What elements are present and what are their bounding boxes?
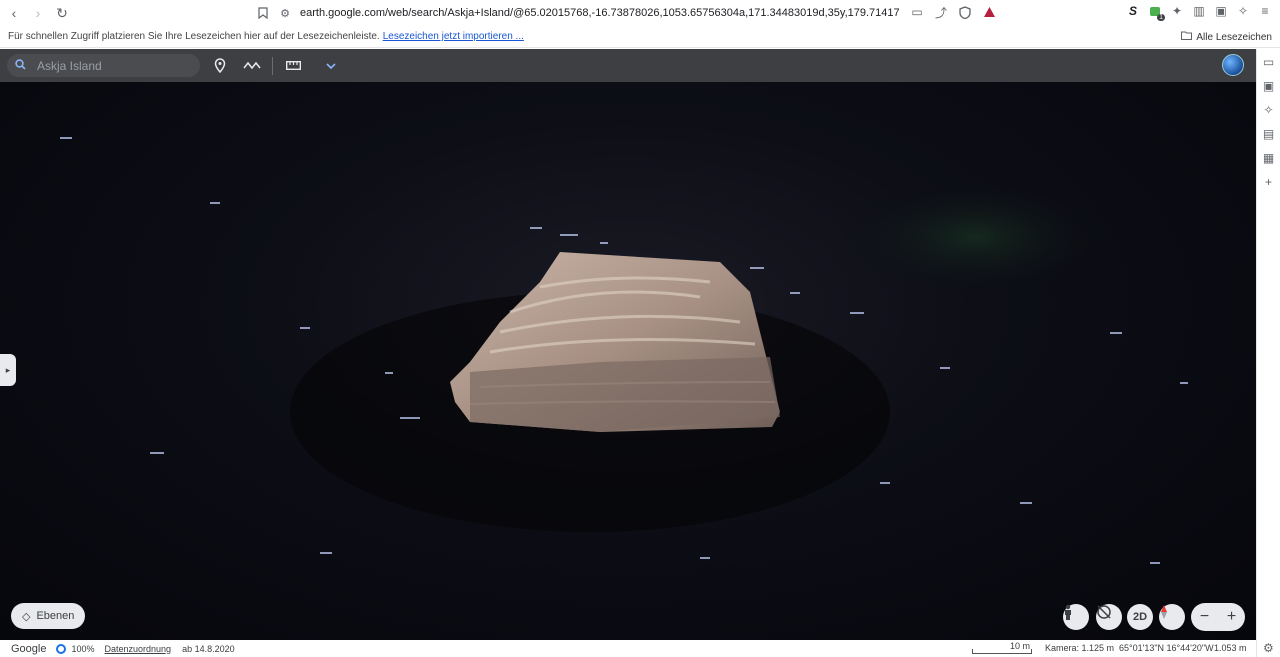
coordinates: 65°01'13"N 16°44'20"W: [1119, 643, 1214, 653]
layers-icon: ◇: [22, 610, 31, 623]
menu-icon[interactable]: ≡: [1258, 4, 1272, 18]
earth-toolbar: [0, 49, 1256, 82]
layers-label: Ebenen: [36, 610, 75, 622]
puzzle-icon[interactable]: ✦: [1170, 4, 1184, 18]
back-icon[interactable]: ‹: [4, 3, 24, 23]
bookmark-icon[interactable]: [252, 7, 274, 19]
sidebar-reader-icon[interactable]: ▭: [1262, 55, 1276, 69]
search-input[interactable]: [37, 58, 187, 73]
folder-icon: [1181, 31, 1193, 43]
sidebar-reading-list-icon[interactable]: ▦: [1262, 151, 1276, 165]
path-icon[interactable]: [240, 54, 264, 78]
placemark-icon[interactable]: [208, 54, 232, 78]
settings-gear-icon[interactable]: ⚙: [1263, 641, 1274, 655]
all-bookmarks-label: Alle Lesezeichen: [1196, 31, 1272, 43]
zoom-in-button[interactable]: +: [1227, 608, 1236, 626]
forward-icon[interactable]: ›: [28, 3, 48, 23]
zoom-control: − +: [1191, 603, 1245, 631]
site-info-icon[interactable]: ⚙: [274, 7, 296, 20]
tilt-button[interactable]: [1096, 604, 1122, 630]
ground-altitude: 1.053 m: [1214, 643, 1247, 653]
share-icon[interactable]: ⤴: [934, 5, 948, 20]
scale-bar[interactable]: 10 m: [972, 641, 1032, 655]
google-logo: Google: [11, 642, 47, 655]
sidebar-ai-icon[interactable]: ✧: [1262, 103, 1276, 117]
island-imagery: [60, 137, 1188, 564]
brave-shield-icon[interactable]: [958, 5, 972, 19]
toolbar-separator: [272, 56, 273, 75]
ruler-icon[interactable]: [281, 54, 305, 78]
all-bookmarks-button[interactable]: Alle Lesezeichen: [1181, 31, 1272, 43]
load-percent: 100%: [71, 643, 95, 654]
account-globe-icon[interactable]: [1222, 54, 1244, 76]
compass-button[interactable]: [1159, 604, 1185, 630]
side-panel-toggle[interactable]: ▸: [0, 354, 16, 386]
rewards-icon[interactable]: [982, 5, 996, 19]
loading-ring-icon: [56, 643, 67, 654]
address-bar[interactable]: ⚙ earth.google.com/web/search/Askja+Isla…: [252, 2, 1002, 24]
2d-label: 2D: [1132, 611, 1148, 623]
cast-icon[interactable]: ▭: [910, 5, 924, 19]
camera-altitude: Kamera: 1.125 m: [1045, 643, 1115, 653]
browser-toolbar: ‹ › ↻ ⚙ earth.google.com/web/search/Askj…: [0, 0, 1280, 26]
bookmarks-bar: Für schnellen Zugriff platzieren Sie Ihr…: [0, 26, 1280, 48]
sidebar-bookmarks-icon[interactable]: ▤: [1262, 127, 1276, 141]
import-bookmarks-link[interactable]: Lesezeichen jetzt importieren ...: [383, 31, 524, 42]
map-viewport[interactable]: ▸ ◇ Ebenen 2D − +: [0, 82, 1256, 640]
data-attribution-link[interactable]: Datenzuordnung: [105, 644, 172, 654]
chevron-down-icon[interactable]: [319, 54, 343, 78]
bookmarks-hint: Für schnellen Zugriff platzieren Sie Ihr…: [8, 31, 380, 42]
sidebar-toggle-icon[interactable]: ▥: [1192, 4, 1206, 18]
leo-icon[interactable]: ✧: [1236, 4, 1250, 18]
search-icon[interactable]: [15, 58, 29, 73]
scale-label: 10 m: [1009, 641, 1030, 651]
status-bar: Google 100% Datenzuordnung ab 14.8.2020 …: [0, 640, 1256, 657]
browser-sidebar: ▭ ▣ ✧ ▤ ▦ +: [1256, 49, 1280, 657]
extension-badge-icon[interactable]: 1: [1148, 4, 1165, 21]
wallet-icon[interactable]: ▣: [1214, 4, 1228, 18]
imagery-date: ab 14.8.2020: [182, 643, 235, 654]
zoom-out-button[interactable]: −: [1200, 608, 1209, 626]
pegman-button[interactable]: [1063, 604, 1089, 630]
2d-toggle-button[interactable]: 2D: [1127, 604, 1153, 630]
layers-button[interactable]: ◇ Ebenen: [11, 603, 85, 629]
url-text[interactable]: earth.google.com/web/search/Askja+Island…: [300, 7, 900, 19]
sidebar-wallet-icon[interactable]: ▣: [1262, 79, 1276, 93]
sidebar-add-icon[interactable]: +: [1262, 175, 1276, 189]
extension-badge-count: 1: [1157, 14, 1165, 21]
extension-s-icon[interactable]: S: [1126, 4, 1140, 18]
reload-icon[interactable]: ↻: [52, 3, 72, 23]
search-box[interactable]: [7, 54, 200, 77]
